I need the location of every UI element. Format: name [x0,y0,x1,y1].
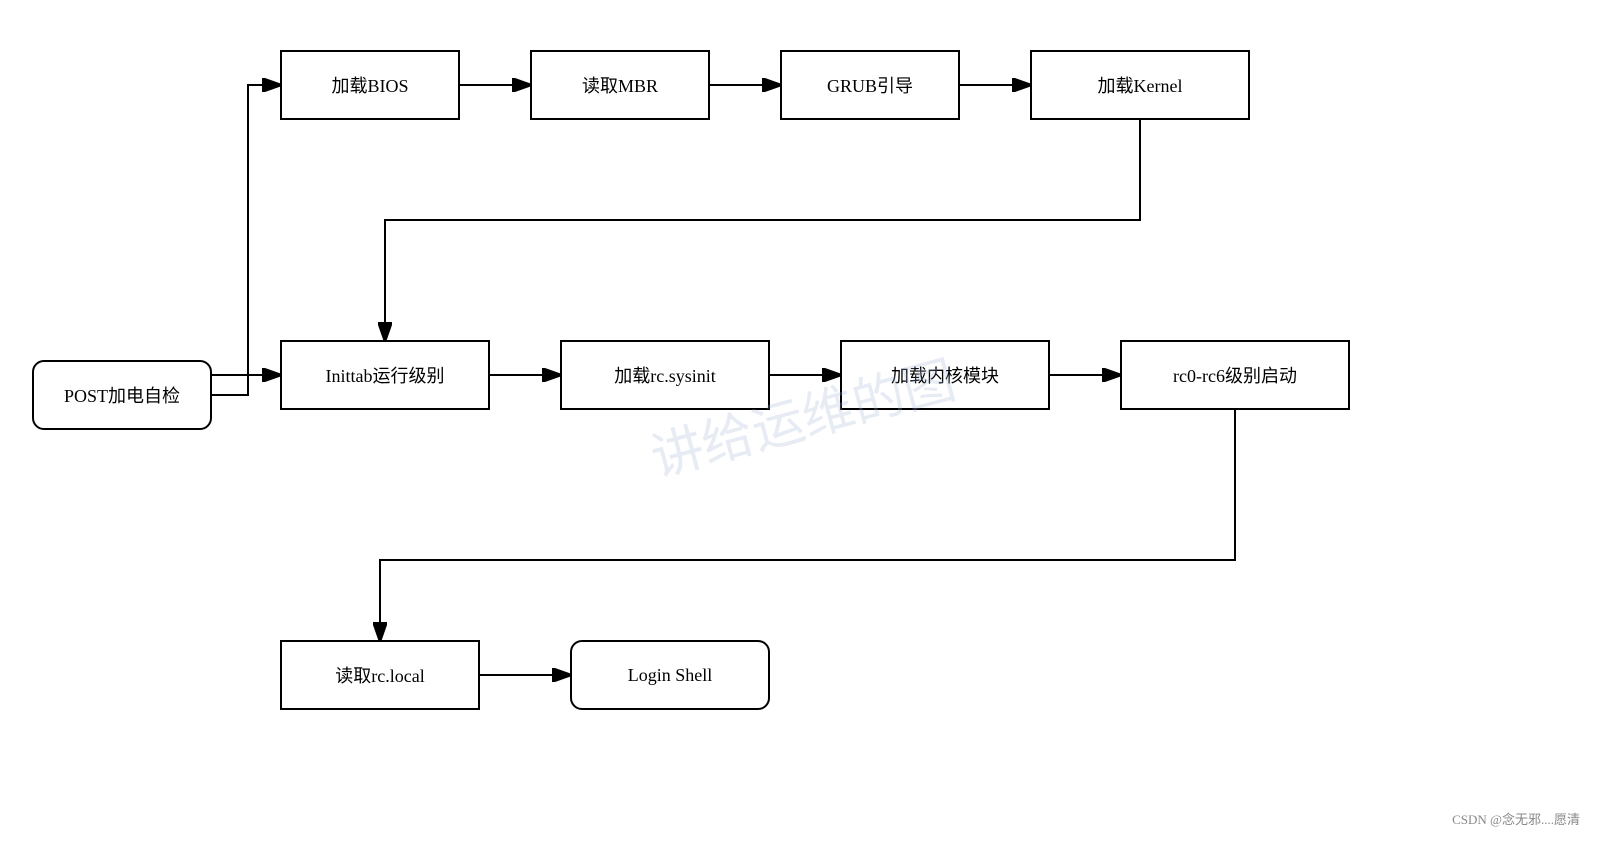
box-kernel: 加载Kernel [1030,50,1250,120]
box-bios: 加载BIOS [280,50,460,120]
box-inittab: Inittab运行级别 [280,340,490,410]
box-grub: GRUB引导 [780,50,960,120]
box-modules: 加载内核模块 [840,340,1050,410]
credit: CSDN @念无邪....愿清 [1452,809,1580,828]
box-rclocal: 读取rc.local [280,640,480,710]
diagram-container: POST加电自检 加载BIOS 读取MBR GRUB引导加载Kernel Inittab… [0,0,1604,844]
arrows-svg [0,0,1604,844]
box-loginshell: Login Shell [570,640,770,710]
box-mbr: 读取MBR [530,50,710,120]
box-post: POST加电自检 [32,360,212,430]
box-sysinit: 加载rc.sysinit [560,340,770,410]
box-rc0rc6: rc0-rc6级别启动 [1120,340,1350,410]
